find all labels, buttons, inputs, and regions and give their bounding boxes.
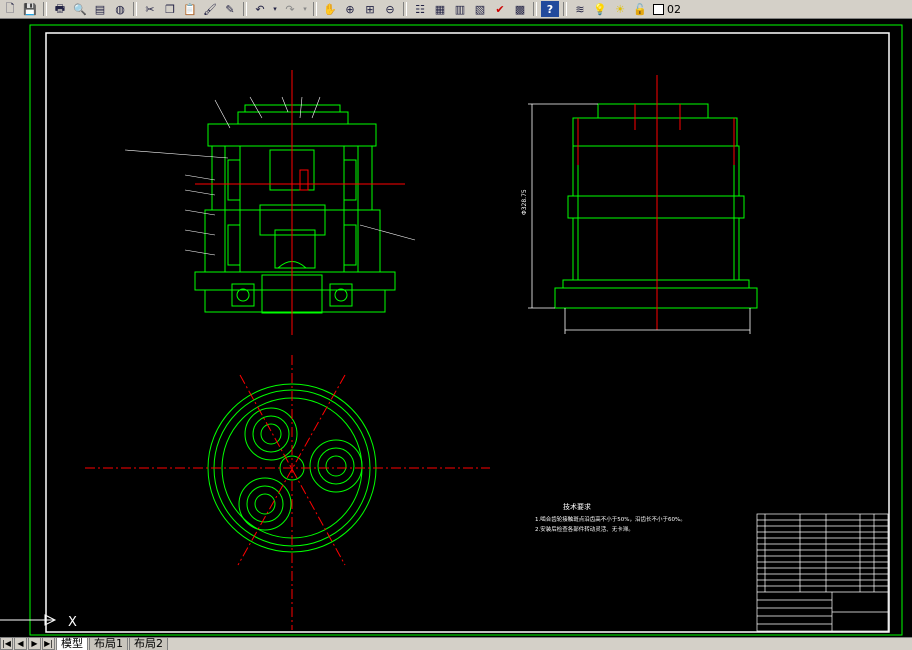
zoom-previous-icon[interactable]: ⊖ xyxy=(381,1,399,17)
standard-toolbar: 🗋 💾 🖶 🔍 ▤ ◍ ✂ ❐ 📋 🖌 ✎ ↶ ▾ ↷ ▾ ✋ ⊕ ⊞ ⊖ ☷ … xyxy=(0,0,912,19)
toolbar-separator xyxy=(563,2,567,16)
elevation-dimensions xyxy=(528,103,751,334)
tab-last-icon[interactable]: ▶| xyxy=(42,637,55,650)
elevation-centerlines xyxy=(577,75,735,330)
toolbar-separator xyxy=(403,2,407,16)
tech-requirement-line-2: 2.安装后检查各部件转动灵活、无卡滞。 xyxy=(535,525,634,533)
layer-color-swatch[interactable] xyxy=(653,3,664,15)
redo-icon[interactable]: ↷ xyxy=(281,1,299,17)
undo-icon[interactable]: ↶ xyxy=(251,1,269,17)
sheet-set-icon[interactable]: ▧ xyxy=(471,1,489,17)
publish-icon[interactable]: ▤ xyxy=(91,1,109,17)
zoom-window-icon[interactable]: ⊞ xyxy=(361,1,379,17)
overall-height-dimension-label: Φ328.75 xyxy=(521,189,528,215)
properties-icon[interactable]: ☷ xyxy=(411,1,429,17)
cut-icon[interactable]: ✂ xyxy=(141,1,159,17)
drawing-area[interactable]: Φ328.75 技术要求 1.啮合齿轮接触斑点沿齿高不小于50%，沿齿长不小于6… xyxy=(0,19,912,637)
layer-freeze-sun-icon[interactable]: ☀ xyxy=(611,1,629,17)
tab-model[interactable]: 模型 xyxy=(56,637,88,650)
toolbar-separator xyxy=(133,2,137,16)
save-icon[interactable]: 💾 xyxy=(21,1,39,17)
layer-name[interactable]: 02 xyxy=(667,3,681,16)
web-publish-icon[interactable]: ◍ xyxy=(111,1,129,17)
tab-next-icon[interactable]: ▶ xyxy=(28,637,41,650)
tab-layout2[interactable]: 布局2 xyxy=(129,637,168,650)
section-view xyxy=(194,104,396,314)
pan-icon[interactable]: ✋ xyxy=(321,1,339,17)
tool-palettes-icon[interactable]: ▥ xyxy=(451,1,469,17)
print-preview-icon[interactable]: 🔍 xyxy=(71,1,89,17)
outer-sheet-border xyxy=(29,24,903,636)
paste-icon[interactable]: 📋 xyxy=(181,1,199,17)
toolbar-separator xyxy=(43,2,47,16)
match-properties-icon[interactable]: 🖌 xyxy=(201,1,219,17)
section-centerlines xyxy=(195,70,405,335)
quickcalc-icon[interactable]: ▩ xyxy=(511,1,529,17)
toolbar-separator xyxy=(533,2,537,16)
markup-icon[interactable]: ✔ xyxy=(491,1,509,17)
tab-layout1[interactable]: 布局1 xyxy=(89,637,128,650)
print-icon[interactable]: 🖶 xyxy=(51,1,69,17)
layers-icon[interactable]: ≋ xyxy=(571,1,589,17)
ucs-x-axis-label: X xyxy=(68,615,77,630)
design-center-icon[interactable]: ▦ xyxy=(431,1,449,17)
elevation-view xyxy=(554,103,758,309)
tab-first-icon[interactable]: |◀ xyxy=(0,637,13,650)
zoom-realtime-icon[interactable]: ⊕ xyxy=(341,1,359,17)
toolbar-separator xyxy=(313,2,317,16)
copy-icon[interactable]: ❐ xyxy=(161,1,179,17)
new-file-icon[interactable]: 🗋 xyxy=(1,1,19,17)
block-editor-icon[interactable]: ✎ xyxy=(221,1,239,17)
layer-lock-icon[interactable]: 🔓 xyxy=(631,1,649,17)
layout-tab-bar: |◀ ◀ ▶ ▶| 模型 布局1 布局2 xyxy=(0,637,912,650)
tech-requirements-title: 技术要求 xyxy=(563,502,591,511)
redo-dropdown-icon[interactable]: ▾ xyxy=(301,1,309,17)
undo-dropdown-icon[interactable]: ▾ xyxy=(271,1,279,17)
tab-prev-icon[interactable]: ◀ xyxy=(14,637,27,650)
drawing-frame xyxy=(45,32,890,633)
title-block xyxy=(756,513,889,632)
layer-on-bulb-icon[interactable]: 💡 xyxy=(591,1,609,17)
plan-centerlines xyxy=(85,355,490,630)
help-icon[interactable]: ? xyxy=(541,1,559,17)
tech-requirement-line-1: 1.啮合齿轮接触斑点沿齿高不小于50%，沿齿长不小于60%。 xyxy=(535,515,686,523)
toolbar-separator xyxy=(243,2,247,16)
